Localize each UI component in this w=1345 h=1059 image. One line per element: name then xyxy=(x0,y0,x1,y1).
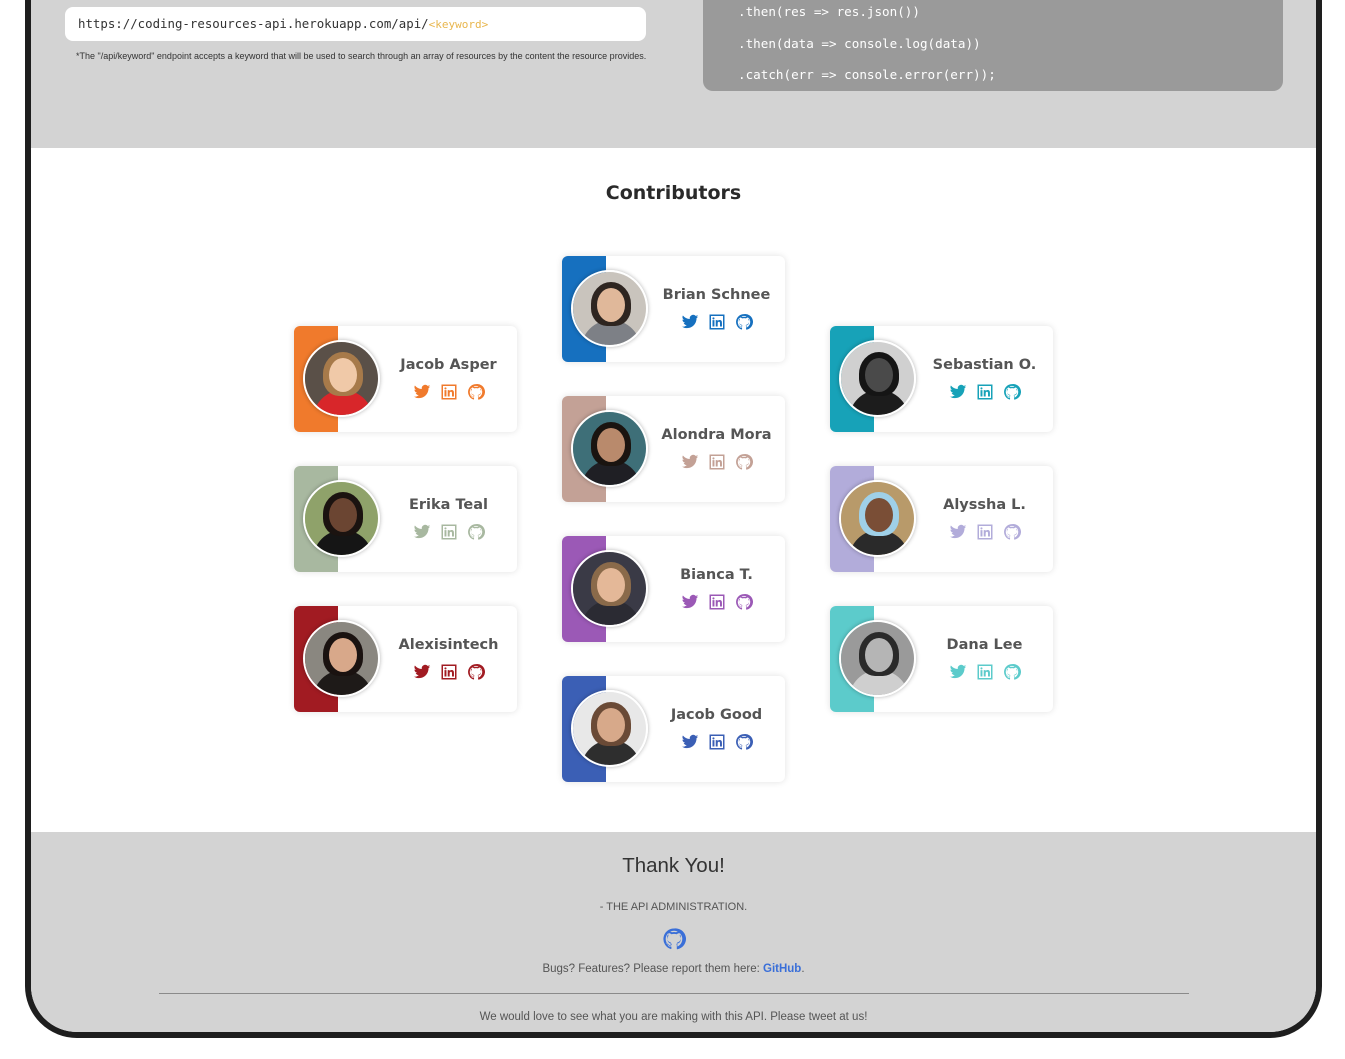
linkedin-icon[interactable] xyxy=(440,663,458,681)
contributor-name: Brian Schnee xyxy=(662,287,771,303)
twitter-icon[interactable] xyxy=(681,733,699,751)
endpoint-note: *The "/api/keyword" endpoint accepts a k… xyxy=(76,51,647,61)
github-icon[interactable] xyxy=(735,313,753,331)
social-links xyxy=(648,593,785,611)
github-icon[interactable] xyxy=(735,593,753,611)
linkedin-icon[interactable] xyxy=(708,453,726,471)
social-links xyxy=(380,523,517,541)
contributor-name: Sebastian O. xyxy=(932,357,1037,373)
endpoint-keyword-placeholder: <keyword> xyxy=(428,18,489,31)
avatar xyxy=(839,620,916,697)
github-icon[interactable] xyxy=(1003,663,1021,681)
twitter-icon[interactable] xyxy=(681,593,699,611)
bug-report-text: Bugs? Features? Please report them here:… xyxy=(31,963,1316,975)
bug-report-period: . xyxy=(801,963,805,975)
contributor-name: Alyssha L. xyxy=(943,497,1026,513)
code-line: .then(res => res.json()) xyxy=(738,4,920,19)
avatar xyxy=(571,690,648,767)
api-usage-section: https://coding-resources-api.herokuapp.c… xyxy=(31,0,1316,148)
avatar xyxy=(303,480,380,557)
avatar xyxy=(303,340,380,417)
contributor-card: Sebastian O. xyxy=(830,326,1053,432)
contributor-name: Bianca T. xyxy=(680,567,753,583)
contributor-card: Erika Teal xyxy=(294,466,517,572)
contributor-card: Jacob Good xyxy=(562,676,785,782)
github-icon[interactable] xyxy=(1003,523,1021,541)
social-links xyxy=(916,663,1053,681)
twitter-icon[interactable] xyxy=(949,663,967,681)
github-icon[interactable] xyxy=(735,733,753,751)
linkedin-icon[interactable] xyxy=(976,523,994,541)
twitter-icon[interactable] xyxy=(681,313,699,331)
avatar xyxy=(839,340,916,417)
github-link[interactable]: GitHub xyxy=(763,963,801,975)
contributor-name: Erika Teal xyxy=(408,497,489,513)
contributor-name: Dana Lee xyxy=(946,637,1023,653)
contributor-card: Bianca T. xyxy=(562,536,785,642)
contributor-name: Jacob Asper xyxy=(400,357,497,373)
linkedin-icon[interactable] xyxy=(976,663,994,681)
twitter-icon[interactable] xyxy=(949,523,967,541)
twitter-icon[interactable] xyxy=(413,663,431,681)
linkedin-icon[interactable] xyxy=(440,523,458,541)
avatar xyxy=(571,410,648,487)
github-icon[interactable] xyxy=(467,383,485,401)
twitter-icon[interactable] xyxy=(949,383,967,401)
code-line: .then(data => console.log(data)) xyxy=(738,35,981,51)
twitter-icon[interactable] xyxy=(413,523,431,541)
contributors-heading: Contributors xyxy=(605,182,742,204)
social-links xyxy=(916,523,1053,541)
github-icon[interactable] xyxy=(1003,383,1021,401)
linkedin-icon[interactable] xyxy=(708,313,726,331)
linkedin-icon[interactable] xyxy=(708,733,726,751)
contributor-name: Alondra Mora xyxy=(661,427,772,443)
contributor-name: Jacob Good xyxy=(670,707,763,723)
contributor-card: Alexisintech xyxy=(294,606,517,712)
avatar xyxy=(303,620,380,697)
avatar xyxy=(571,550,648,627)
thank-you-heading: Thank You! xyxy=(622,854,725,877)
contributor-name: Alexisintech xyxy=(398,637,499,653)
code-line: .catch(err => console.error(err)); xyxy=(738,67,996,82)
contributor-card: Jacob Asper xyxy=(294,326,517,432)
twitter-icon[interactable] xyxy=(681,453,699,471)
github-icon[interactable] xyxy=(662,927,686,951)
contributor-card: Alyssha L. xyxy=(830,466,1053,572)
social-links xyxy=(648,453,785,471)
endpoint-url: https://coding-resources-api.herokuapp.c… xyxy=(78,16,429,31)
social-links xyxy=(380,383,517,401)
linkedin-icon[interactable] xyxy=(708,593,726,611)
code-example: .then(res => res.json()) .then(data => c… xyxy=(703,0,1283,91)
admin-signature: - THE API ADMINISTRATION. xyxy=(599,901,748,913)
github-icon[interactable] xyxy=(467,523,485,541)
browser-frame: https://coding-resources-api.herokuapp.c… xyxy=(25,0,1322,1038)
social-links xyxy=(648,733,785,751)
social-links xyxy=(916,383,1053,401)
social-links xyxy=(648,313,785,331)
footer-divider xyxy=(159,993,1189,994)
tweet-message: We would love to see what you are making… xyxy=(479,1011,868,1023)
linkedin-icon[interactable] xyxy=(976,383,994,401)
github-icon[interactable] xyxy=(467,663,485,681)
footer: Thank You! - THE API ADMINISTRATION. Bug… xyxy=(31,832,1316,1032)
contributor-card: Alondra Mora xyxy=(562,396,785,502)
avatar xyxy=(571,270,648,347)
endpoint-url-box: https://coding-resources-api.herokuapp.c… xyxy=(65,7,646,41)
social-links xyxy=(380,663,517,681)
contributor-card: Brian Schnee xyxy=(562,256,785,362)
linkedin-icon[interactable] xyxy=(440,383,458,401)
bug-report-label: Bugs? Features? Please report them here: xyxy=(542,963,763,975)
contributor-card: Dana Lee xyxy=(830,606,1053,712)
twitter-icon[interactable] xyxy=(413,383,431,401)
github-icon[interactable] xyxy=(735,453,753,471)
avatar xyxy=(839,480,916,557)
